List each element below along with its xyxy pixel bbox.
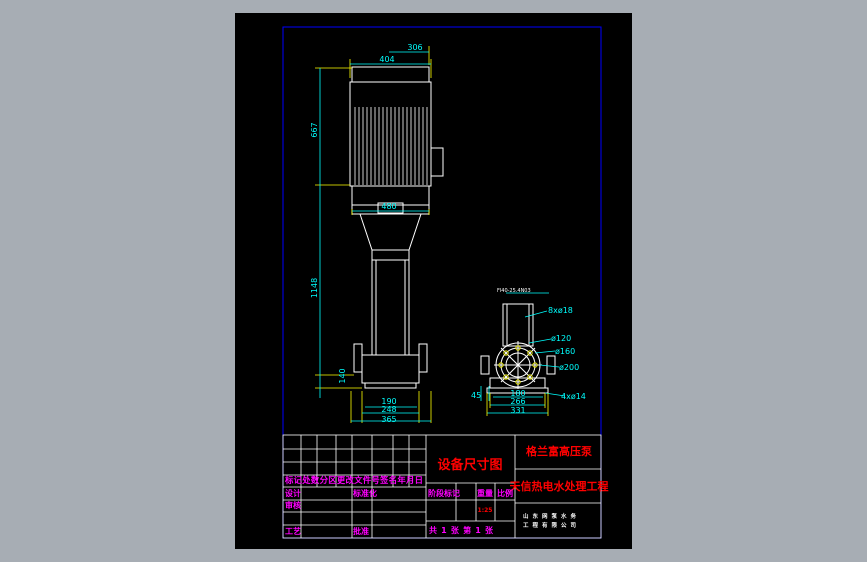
dim-base-height: 140: [338, 368, 347, 383]
project-name: 天信热电水处理工程: [510, 479, 609, 493]
row-standardize: 标准化: [352, 488, 377, 498]
drawing-sheet: 306 404 667 480 1148 140 190 248 365 Fl4…: [235, 13, 632, 549]
scale-label: 比例: [497, 488, 513, 498]
drawing-canvas: 306 404 667 480 1148 140 190 248 365 Fl4…: [282, 26, 609, 539]
cad-viewport[interactable]: 306 404 667 480 1148 140 190 248 365 Fl4…: [0, 0, 867, 562]
dimension-extension-lines: [315, 46, 432, 423]
dim-foot-outer: 365: [381, 415, 396, 424]
motor-top-cap: [351, 66, 430, 83]
pump-elevation-view: [349, 66, 444, 389]
base-plate: [364, 382, 417, 389]
discharge-flange: [418, 343, 428, 373]
dim-base-c: 331: [510, 406, 525, 415]
dim-pump-height: 1148: [310, 278, 319, 298]
row-check: 审核: [285, 500, 301, 510]
weight-label: 重量: [477, 488, 493, 498]
stage-label: 阶段标记: [428, 488, 460, 498]
company-line2: 工程有限公司: [523, 521, 580, 529]
pump-column: [371, 259, 410, 356]
pump-taper: [359, 213, 422, 261]
flange-bar-right: [546, 355, 556, 375]
row-design: 设计: [285, 488, 301, 498]
dim-motor-height: 667: [310, 122, 319, 137]
dim-pump-body-width: 480: [381, 202, 396, 211]
drawing-title: 设备尺寸图: [437, 457, 502, 473]
dim-foot-offset: 45: [471, 391, 481, 400]
dimension-lines: [319, 51, 431, 422]
motor-fins: [354, 107, 428, 185]
flange-note: Fl40-25.4N03: [497, 288, 531, 294]
pump-base: [361, 354, 420, 384]
revision-header-row: 标记处数分区更改文件号签名年月日: [284, 475, 423, 485]
scale-value: 1:25: [478, 507, 493, 514]
dim-motor-top-width: 306: [407, 43, 422, 52]
product-name: 格兰富高压泵: [526, 444, 592, 458]
row-process: 工艺: [285, 526, 301, 536]
terminal-box: [430, 147, 444, 177]
row-approve: 批准: [353, 526, 369, 536]
dim-foot-holes: 4xø14: [561, 392, 586, 401]
flange-bar-left: [480, 355, 490, 375]
dim-pcd-200: ø200: [559, 363, 579, 372]
dim-foot-mid: 248: [381, 405, 396, 414]
company-line1: 山东网泵水务: [523, 512, 580, 520]
dim-base-b: 266: [510, 397, 525, 406]
dim-bolt-holes: 8xø18: [548, 306, 573, 315]
dim-pcd-120: ø120: [551, 334, 571, 343]
suction-flange: [353, 343, 363, 373]
dim-motor-width: 404: [379, 55, 394, 64]
dim-pcd-160: ø160: [555, 347, 575, 356]
sheet-label: 共1张第1张: [429, 525, 494, 535]
